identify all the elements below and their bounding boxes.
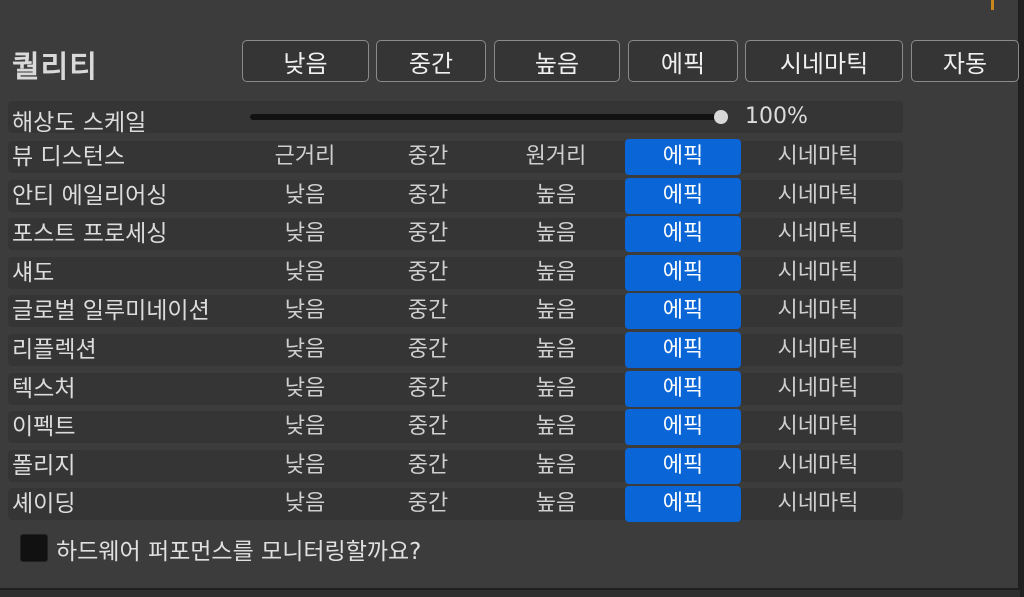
setting-option[interactable]: 시네마틱: [748, 488, 888, 520]
setting-option[interactable]: 에픽: [625, 216, 741, 252]
preset-cinematic-button[interactable]: 시네마틱: [745, 40, 903, 82]
preset-epic-button[interactable]: 에픽: [628, 40, 738, 82]
window-edge-accent: [991, 0, 994, 10]
setting-row: 글로벌 일루미네이션 낮음 중간 높음 에픽 시네마틱: [8, 293, 903, 329]
setting-option[interactable]: 낮음: [248, 373, 362, 405]
setting-row: 포스트 프로세싱 낮음 중간 높음 에픽 시네마틱: [8, 216, 903, 252]
setting-row: 뷰 디스턴스 근거리 중간 원거리 에픽 시네마틱: [8, 139, 903, 175]
setting-option[interactable]: 에픽: [625, 293, 741, 329]
setting-option[interactable]: 에픽: [625, 409, 741, 445]
setting-option[interactable]: 높음: [498, 295, 614, 327]
setting-option[interactable]: 에픽: [625, 448, 741, 484]
setting-option[interactable]: 중간: [378, 257, 478, 289]
setting-option[interactable]: 에픽: [625, 178, 741, 214]
setting-label: 리플렉션: [12, 337, 97, 363]
setting-option[interactable]: 시네마틱: [748, 257, 888, 289]
resolution-scale-label: 해상도 스케일: [12, 110, 147, 136]
setting-row: 셰이딩 낮음 중간 높음 에픽 시네마틱: [8, 486, 903, 522]
setting-option[interactable]: 시네마틱: [748, 295, 888, 327]
setting-row: 리플렉션 낮음 중간 높음 에픽 시네마틱: [8, 332, 903, 368]
preset-low-button[interactable]: 낮음: [242, 40, 369, 82]
setting-option[interactable]: 에픽: [625, 139, 741, 175]
setting-option[interactable]: 에픽: [625, 255, 741, 291]
setting-option[interactable]: 높음: [498, 180, 614, 212]
setting-option[interactable]: 시네마틱: [748, 450, 888, 482]
setting-row: 이펙트 낮음 중간 높음 에픽 시네마틱: [8, 409, 903, 445]
scalability-settings-panel: 퀄리티 낮음 중간 높음 에픽 시네마틱 자동 해상도 스케일 100% 뷰 디…: [0, 0, 1020, 590]
resolution-scale-slider-thumb[interactable]: [714, 110, 728, 124]
setting-row: 섀도 낮음 중간 높음 에픽 시네마틱: [8, 255, 903, 291]
setting-option[interactable]: 낮음: [248, 488, 362, 520]
setting-option[interactable]: 시네마틱: [748, 141, 888, 173]
setting-option[interactable]: 시네마틱: [748, 334, 888, 366]
setting-option[interactable]: 높음: [498, 488, 614, 520]
setting-option[interactable]: 중간: [378, 450, 478, 482]
setting-label: 이펙트: [12, 414, 76, 440]
setting-row: 폴리지 낮음 중간 높음 에픽 시네마틱: [8, 448, 903, 484]
setting-option[interactable]: 근거리: [248, 141, 362, 173]
setting-option[interactable]: 낮음: [248, 450, 362, 482]
setting-option[interactable]: 중간: [378, 334, 478, 366]
setting-option[interactable]: 중간: [378, 488, 478, 520]
setting-row: 안티 에일리어싱 낮음 중간 높음 에픽 시네마틱: [8, 178, 903, 214]
setting-option[interactable]: 시네마틱: [748, 218, 888, 250]
setting-option[interactable]: 에픽: [625, 371, 741, 407]
setting-option[interactable]: 중간: [378, 411, 478, 443]
setting-label: 뷰 디스턴스: [12, 144, 126, 170]
setting-option[interactable]: 시네마틱: [748, 180, 888, 212]
hardware-monitor-checkbox[interactable]: [20, 534, 48, 562]
setting-option[interactable]: 중간: [378, 180, 478, 212]
setting-label: 포스트 프로세싱: [12, 221, 168, 247]
resolution-scale-slider[interactable]: [250, 114, 722, 120]
setting-label: 폴리지: [12, 453, 76, 479]
setting-label: 글로벌 일루미네이션: [12, 298, 210, 324]
setting-option[interactable]: 시네마틱: [748, 411, 888, 443]
setting-option[interactable]: 높음: [498, 450, 614, 482]
setting-label: 섀도: [12, 260, 55, 286]
window-right-edge: [1020, 0, 1024, 597]
setting-option[interactable]: 낮음: [248, 180, 362, 212]
setting-option[interactable]: 높음: [498, 373, 614, 405]
setting-option[interactable]: 에픽: [625, 486, 741, 522]
setting-option[interactable]: 높음: [498, 334, 614, 366]
setting-option[interactable]: 중간: [378, 373, 478, 405]
setting-option[interactable]: 중간: [378, 218, 478, 250]
setting-option[interactable]: 높음: [498, 218, 614, 250]
resolution-scale-value: 100%: [745, 104, 808, 129]
setting-option[interactable]: 시네마틱: [748, 373, 888, 405]
quality-title: 퀄리티: [12, 50, 98, 85]
setting-label: 안티 에일리어싱: [12, 183, 168, 209]
setting-option[interactable]: 낮음: [248, 334, 362, 366]
preset-high-button[interactable]: 높음: [494, 40, 620, 82]
setting-option[interactable]: 원거리: [498, 141, 614, 173]
setting-option[interactable]: 높음: [498, 411, 614, 443]
setting-label: 셰이딩: [12, 491, 76, 517]
setting-option[interactable]: 낮음: [248, 257, 362, 289]
setting-option[interactable]: 낮음: [248, 218, 362, 250]
setting-label: 텍스처: [12, 376, 76, 402]
setting-option[interactable]: 높음: [498, 257, 614, 289]
preset-medium-button[interactable]: 중간: [376, 40, 486, 82]
setting-option[interactable]: 낮음: [248, 411, 362, 443]
setting-option[interactable]: 중간: [378, 141, 478, 173]
setting-option[interactable]: 에픽: [625, 332, 741, 368]
setting-option[interactable]: 중간: [378, 295, 478, 327]
hardware-monitor-label: 하드웨어 퍼포먼스를 모니터링할까요?: [56, 539, 422, 565]
setting-option[interactable]: 낮음: [248, 295, 362, 327]
preset-auto-button[interactable]: 자동: [911, 40, 1019, 82]
setting-row: 텍스처 낮음 중간 높음 에픽 시네마틱: [8, 371, 903, 407]
